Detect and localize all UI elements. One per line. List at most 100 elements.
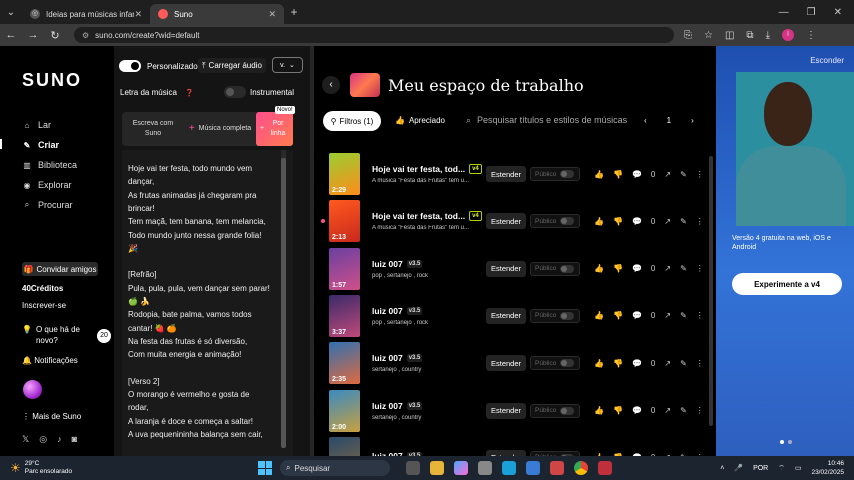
share-icon[interactable]: ↗ — [664, 359, 671, 368]
close-icon[interactable]: ✕ — [134, 9, 142, 20]
song-row[interactable]: 1:57 luiz 007 v3.5 pop , sertanejo , rock Es… — [329, 247, 709, 291]
extension-icon[interactable]: ◫ — [725, 30, 734, 41]
weather-widget[interactable]: ☀ 29°C Parc ensolarado — [0, 460, 140, 476]
more-options-icon[interactable]: ⋮ — [696, 264, 704, 273]
extend-button[interactable]: Estender — [486, 260, 526, 277]
site-info-icon[interactable]: ⚙ — [82, 31, 89, 40]
public-toggle[interactable]: Público — [530, 214, 580, 229]
suno-logo[interactable]: SUNO — [22, 70, 82, 91]
instrumental-toggle-switch[interactable] — [224, 86, 246, 98]
model-version-select[interactable]: v. ⌄ — [272, 57, 303, 73]
share-icon[interactable]: ↗ — [664, 264, 671, 273]
reload-icon[interactable]: ↻ — [44, 29, 66, 42]
song-title[interactable]: Hoje vai ter festa, tod... v4 — [372, 164, 482, 174]
discord-icon[interactable]: ◙ — [72, 434, 77, 445]
song-title[interactable]: luiz 007v3.5 — [372, 401, 476, 411]
x-icon[interactable]: 𝕏 — [22, 434, 29, 445]
file-explorer-icon[interactable] — [430, 461, 444, 475]
lyrics-scroll-thumb[interactable] — [281, 158, 286, 448]
song-title[interactable]: Hoje vai ter festa, tod... v4 — [372, 211, 482, 222]
edit-icon[interactable]: ✎ — [680, 217, 687, 226]
address-bar[interactable]: ⚙ suno.com/create?wid=default — [74, 27, 674, 43]
clock[interactable]: 10:46 23/02/2025 — [811, 459, 844, 477]
thumbs-up-icon[interactable]: 👍 — [594, 406, 604, 415]
comment-icon[interactable]: 💬 — [632, 406, 642, 415]
extend-button[interactable]: Estender — [486, 213, 526, 230]
thumbs-up-icon[interactable]: 👍 — [594, 264, 604, 273]
song-row[interactable]: 2:13 Hoje vai ter festa, tod... v4 A música… — [329, 199, 709, 243]
song-cover[interactable]: 2:35 — [329, 342, 360, 385]
song-cover[interactable]: 2:13 — [329, 200, 360, 243]
song-row[interactable]: 2:35 luiz 007 v3.5 sertanejo , country Esten… — [329, 341, 709, 385]
share-icon[interactable]: ↗ — [664, 311, 671, 320]
thumbs-down-icon[interactable]: 👎 — [613, 359, 623, 368]
edit-icon[interactable]: ✎ — [680, 311, 687, 320]
song-cover[interactable]: 3:37 — [329, 294, 360, 337]
more-suno-link[interactable]: ⋮ Mais de Suno — [22, 412, 81, 421]
tab-full-song[interactable]: + Música completa — [184, 112, 256, 146]
liked-filter-button[interactable]: 👍 Apreciado — [395, 116, 445, 125]
more-options-icon[interactable]: ⋮ — [696, 170, 704, 179]
sidebar-item-home[interactable]: ⌂ Lar — [22, 120, 51, 130]
wifi-icon[interactable]: ⌔ — [778, 464, 785, 473]
sidebar-item-library[interactable]: ▥ Biblioteca — [22, 160, 77, 170]
song-title[interactable]: luiz 007v3.5 — [372, 353, 476, 363]
more-options-icon[interactable]: ⋮ — [696, 359, 704, 368]
public-toggle[interactable]: Público — [530, 261, 580, 276]
filters-button[interactable]: ⚲ Filtros (1) — [323, 111, 381, 131]
more-options-icon[interactable]: ⋮ — [696, 311, 704, 320]
comment-icon[interactable]: 💬 — [632, 359, 642, 368]
public-toggle-switch[interactable] — [560, 264, 575, 273]
thumbs-down-icon[interactable]: 👎 — [613, 170, 623, 179]
share-icon[interactable]: ↗ — [664, 217, 671, 226]
sidebar-item-search[interactable]: ⌕ Procurar — [22, 200, 73, 210]
start-button[interactable] — [258, 461, 272, 475]
instrumental-toggle[interactable]: Instrumental — [224, 86, 294, 98]
settings-icon[interactable] — [478, 461, 492, 475]
extend-button[interactable]: Estender — [486, 307, 526, 324]
public-toggle-switch[interactable] — [560, 217, 575, 226]
instagram-icon[interactable]: ◎ — [39, 434, 47, 445]
song-cover[interactable]: 2:29 — [329, 153, 360, 195]
prev-page-icon[interactable]: ‹ — [644, 116, 647, 125]
user-avatar[interactable] — [23, 380, 42, 399]
thumbs-up-icon[interactable]: 👍 — [594, 170, 604, 179]
custom-toggle-switch[interactable] — [119, 60, 141, 72]
back-icon[interactable]: ← — [0, 29, 22, 41]
profile-avatar-icon[interactable]: I — [781, 29, 794, 41]
extensions-puzzle-icon[interactable]: ⧉ — [746, 30, 753, 41]
song-cover[interactable]: 2:00 — [329, 389, 360, 432]
song-row[interactable]: 2:00 luiz 007 v3.5 sertanejo , country Esten… — [329, 389, 709, 433]
sidebar-item-create[interactable]: ✎ Criar — [22, 140, 59, 150]
next-page-icon[interactable]: › — [691, 116, 694, 125]
extend-button[interactable]: Estender — [486, 402, 526, 419]
thumbs-up-icon[interactable]: 👍 — [594, 217, 604, 226]
download-icon[interactable]: ⤓ — [766, 30, 770, 41]
new-tab-button[interactable]: + — [284, 5, 304, 19]
public-toggle[interactable]: Público — [530, 167, 580, 181]
lyrics-textarea[interactable]: Hoje vai ter festa, todo mundo vem dançar… — [122, 150, 293, 456]
public-toggle-switch[interactable] — [560, 170, 575, 178]
close-window-icon[interactable]: ✕ — [834, 7, 842, 18]
public-toggle-switch[interactable] — [560, 406, 575, 415]
chrome-icon[interactable] — [574, 461, 588, 475]
song-row[interactable]: 2:29 Hoje vai ter festa, tod... v4 A música… — [329, 152, 709, 196]
public-toggle-switch[interactable] — [560, 359, 575, 368]
tiktok-icon[interactable]: ♪ — [57, 434, 62, 445]
more-options-icon[interactable]: ⋮ — [696, 406, 704, 415]
invite-friends-button[interactable]: 🎁 Convidar amigos — [22, 262, 98, 276]
task-view-icon[interactable] — [406, 461, 420, 475]
extend-button[interactable]: Estender — [486, 355, 526, 372]
sidebar-item-explore[interactable]: ◉ Explorar — [22, 180, 72, 190]
thumbs-down-icon[interactable]: 👎 — [613, 217, 623, 226]
public-toggle[interactable]: Público — [530, 403, 580, 418]
browser-tab-suno[interactable]: Suno ✕ — [150, 4, 284, 24]
carousel-dot[interactable] — [780, 440, 784, 444]
workspace-scrollbar[interactable] — [709, 156, 713, 426]
store-icon[interactable] — [526, 461, 540, 475]
restore-icon[interactable]: ❐ — [807, 7, 816, 18]
comment-icon[interactable]: 💬 — [632, 311, 642, 320]
battery-icon[interactable]: ▭ — [795, 464, 802, 472]
browser-menu-icon[interactable]: ⋮ — [806, 30, 816, 41]
more-options-icon[interactable]: ⋮ — [696, 217, 704, 226]
